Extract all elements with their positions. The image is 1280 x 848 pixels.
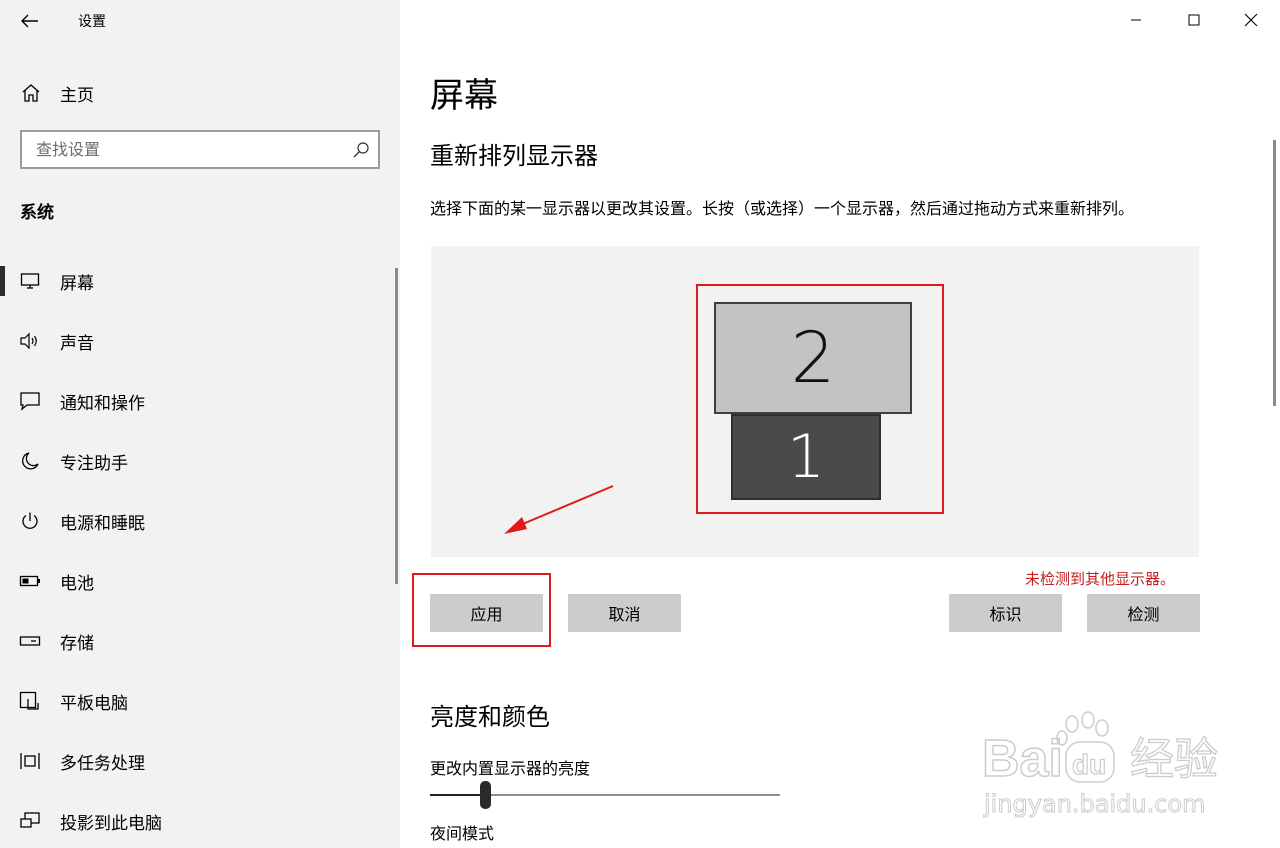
sidebar-item-sound[interactable]: 声音 [0,316,396,366]
battery-icon [18,570,42,592]
back-button[interactable] [12,6,48,36]
storage-icon [18,630,42,652]
back-arrow-icon [21,14,38,28]
main-scrollbar[interactable] [1273,140,1276,406]
sidebar-item-focus-assist[interactable]: 专注助手 [0,436,396,486]
night-light-label: 夜间模式 [430,824,495,843]
sidebar: 设置 主页 系统 屏幕 声音 通知和操作 专注助手 [0,0,400,848]
slider-thumb[interactable] [480,781,491,809]
slider-track [486,794,780,796]
sidebar-item-label: 声音 [60,334,94,354]
sidebar-item-label: 专注助手 [60,454,128,474]
detect-button[interactable]: 检测 [1087,594,1200,632]
detection-status: 未检测到其他显示器。 [1025,570,1176,588]
sidebar-item-label: 电池 [60,574,94,594]
brightness-label: 更改内置显示器的亮度 [430,759,591,778]
sidebar-scrollbar[interactable] [395,268,398,584]
sidebar-item-label: 多任务处理 [60,754,145,774]
maximize-button[interactable] [1176,4,1212,36]
sidebar-item-multitasking[interactable]: 多任务处理 [0,736,396,786]
minimize-icon [1131,19,1141,21]
speaker-icon [18,330,42,352]
red-arrow-annotation [504,485,614,534]
project-icon [18,810,42,832]
message-icon [18,390,42,412]
sidebar-item-label: 电源和睡眠 [60,514,145,534]
identify-button[interactable]: 标识 [949,594,1062,632]
active-indicator [0,266,5,296]
cancel-button[interactable]: 取消 [568,594,681,632]
sidebar-item-display[interactable]: 屏幕 [0,256,396,306]
brightness-section-title: 亮度和颜色 [430,703,550,731]
arrange-section-title: 重新排列显示器 [430,142,598,170]
sidebar-item-battery[interactable]: 电池 [0,556,396,606]
close-button[interactable] [1233,4,1269,36]
maximize-icon [1188,14,1200,26]
sidebar-item-label: 平板电脑 [60,694,128,714]
watermark-url: jingyan.baidu.com [983,790,1205,818]
sidebar-item-label: 存储 [60,634,94,654]
monitor-icon [18,270,42,292]
sidebar-item-label: 投影到此电脑 [60,814,162,834]
minimize-button[interactable] [1118,4,1154,36]
brightness-slider[interactable] [430,780,780,810]
search-icon[interactable] [352,141,370,159]
power-icon [18,510,42,532]
sidebar-item-power[interactable]: 电源和睡眠 [0,496,396,546]
sidebar-item-storage[interactable]: 存储 [0,616,396,666]
home-icon [20,82,42,104]
watermark-brand-cn: 经验 [1130,734,1218,785]
baidu-watermark-logo: Bai du 经验 jingyan.baidu.com [981,711,1219,819]
sidebar-item-project[interactable]: 投影到此电脑 [0,796,396,846]
arrange-description: 选择下面的某一显示器以更改其设置。长按（或选择）一个显示器，然后通过拖动方式来重… [430,199,1135,218]
svg-text:Bai: Bai [982,730,1063,788]
slider-track-fill [430,794,486,796]
sidebar-item-tablet[interactable]: 平板电脑 [0,676,396,726]
page-title: 屏幕 [430,76,498,116]
sidebar-item-label: 屏幕 [60,274,94,294]
moon-icon [18,450,42,472]
multitask-icon [18,750,42,772]
highlight-box-monitors [696,284,944,514]
tablet-icon [18,690,42,712]
sidebar-item-home[interactable]: 主页 [0,72,400,112]
sidebar-item-label: 主页 [60,86,94,106]
close-icon [1244,13,1258,27]
sidebar-item-label: 通知和操作 [60,394,145,414]
sidebar-item-notifications[interactable]: 通知和操作 [0,376,396,426]
section-label-system: 系统 [20,203,54,223]
search-box[interactable] [20,130,380,169]
app-title: 设置 [78,14,106,30]
svg-text:du: du [1072,749,1106,780]
search-input[interactable] [22,132,342,167]
highlight-box-apply [412,573,551,647]
